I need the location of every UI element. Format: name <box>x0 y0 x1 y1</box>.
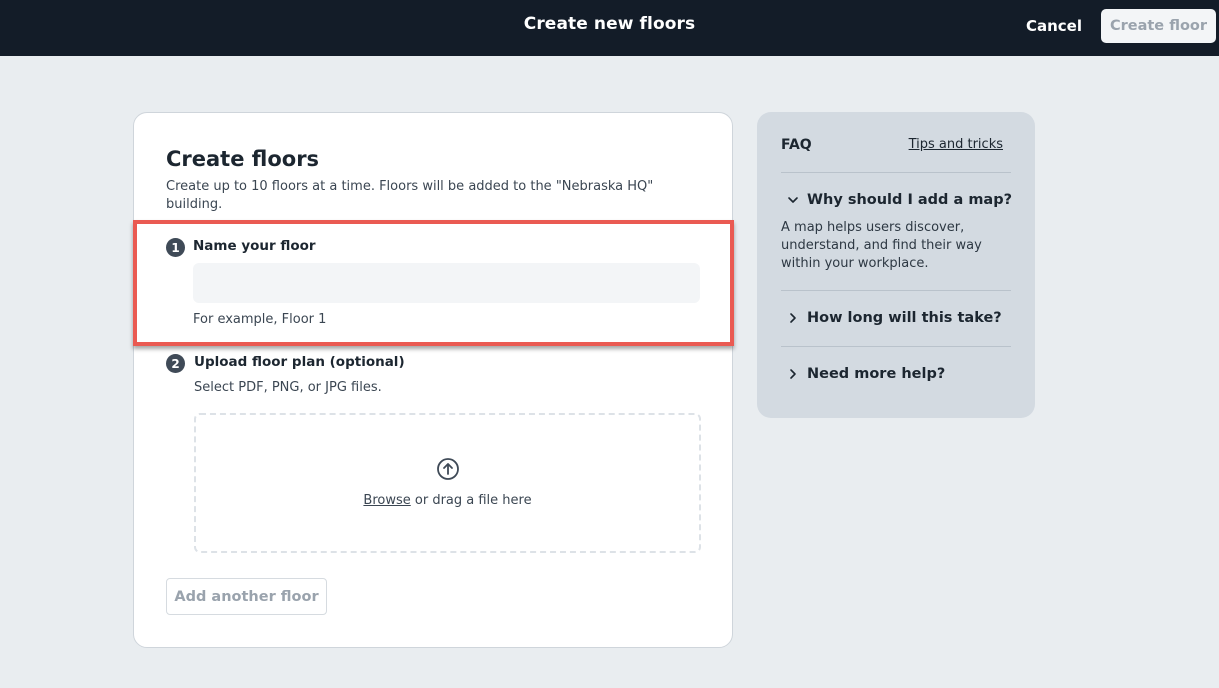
tips-and-tricks-link[interactable]: Tips and tricks <box>909 137 1003 152</box>
faq-item-why-add-map[interactable]: Why should I add a map? <box>787 187 1017 213</box>
add-another-floor-button[interactable]: Add another floor <box>166 578 327 615</box>
upload-arrow-circle-icon <box>437 458 459 480</box>
floor-name-hint: For example, Floor 1 <box>193 312 327 327</box>
faq-item-label: Need more help? <box>807 366 946 382</box>
file-dropzone[interactable]: Browse or drag a file here <box>194 413 701 553</box>
faq-item-label: How long will this take? <box>807 310 1002 326</box>
chevron-right-icon <box>790 369 796 379</box>
cancel-button[interactable]: Cancel <box>1020 14 1088 38</box>
card-title: Create floors <box>166 147 320 171</box>
chevron-right-icon <box>790 313 796 323</box>
step-1-label: Name your floor <box>193 238 316 254</box>
faq-item-need-help[interactable]: Need more help? <box>787 361 1017 387</box>
drag-text: or drag a file here <box>410 493 532 508</box>
faq-title: FAQ <box>781 137 812 153</box>
faq-divider <box>781 172 1011 173</box>
upload-hint: Select PDF, PNG, or JPG files. <box>194 380 382 395</box>
faq-answer-why-add-map: A map helps users discover, understand, … <box>781 220 982 271</box>
create-floor-button[interactable]: Create floor <box>1101 9 1216 43</box>
create-floors-card: Create floors Create up to 10 floors at … <box>133 112 733 648</box>
chevron-down-icon <box>788 197 798 203</box>
faq-panel: FAQ Tips and tricks Why should I add a m… <box>757 112 1035 418</box>
dropzone-text: Browse or drag a file here <box>196 493 699 508</box>
top-bar: Create new floors Cancel Create floor <box>0 0 1219 56</box>
faq-item-label: Why should I add a map? <box>807 192 1013 208</box>
faq-item-how-long[interactable]: How long will this take? <box>787 305 1017 331</box>
step-1-badge: 1 <box>166 238 185 257</box>
faq-divider <box>781 290 1011 291</box>
faq-divider <box>781 346 1011 347</box>
step-2-label: Upload floor plan (optional) <box>194 354 405 370</box>
browse-link[interactable]: Browse <box>363 493 410 508</box>
step-2-badge: 2 <box>166 354 185 373</box>
floor-name-input[interactable] <box>193 263 700 303</box>
card-subtitle: Create up to 10 floors at a time. Floors… <box>166 179 654 212</box>
